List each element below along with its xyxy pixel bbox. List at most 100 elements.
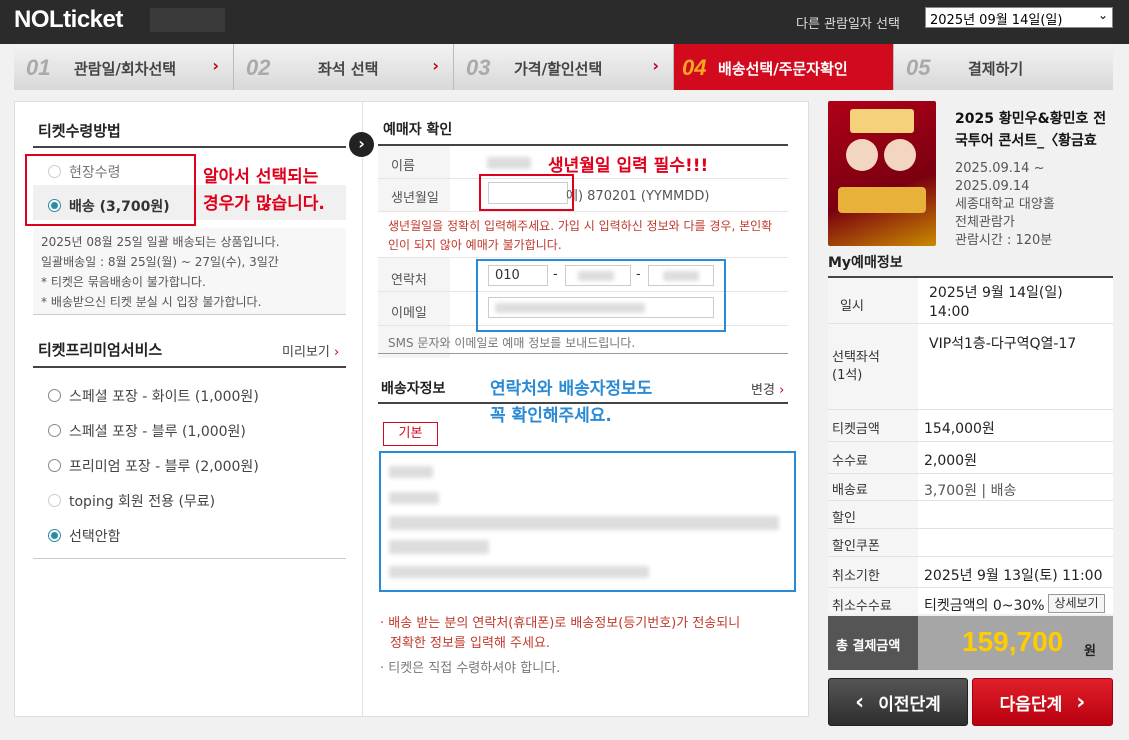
seat-label: 선택좌석 (1석)	[832, 349, 880, 385]
step-number: 02	[246, 55, 271, 80]
phone-label: 연락처	[391, 273, 427, 288]
label-column-bg	[828, 278, 918, 614]
my-booking-title: My예매정보	[828, 255, 903, 271]
show-venue: 세종대학교 대양홀	[955, 197, 1055, 212]
row-divider	[828, 556, 1113, 557]
show-title: 2025 황민우&황민호 전 국투어 콘서트_〈황금효	[955, 108, 1115, 152]
step-number: 01	[26, 55, 51, 80]
email-label: 이메일	[391, 306, 427, 321]
title-line: 국투어 콘서트_〈황금효	[955, 133, 1097, 149]
shipping-value: 3,700원 | 배송	[924, 483, 1017, 499]
radio-icon	[48, 424, 61, 437]
annotation-auto-selected: 알아서 선택되는 경우가 많습니다.	[203, 164, 325, 218]
step-5: 05 결제하기	[894, 44, 1113, 90]
logo[interactable]: NOLticket	[14, 6, 123, 34]
birth-label: 생년월일	[391, 191, 439, 206]
date-line: 14:00	[929, 304, 970, 320]
default-address-tag[interactable]: 기본	[383, 422, 438, 446]
step-2: 02 좌석 선택 ›	[234, 44, 454, 90]
chevron-right-icon: ›	[652, 56, 659, 75]
column-divider	[362, 101, 363, 717]
poster-face	[884, 139, 916, 171]
option-label: 프리미엄 포장 - 블루 (2,000원)	[69, 459, 259, 475]
value-column-bg	[918, 278, 1113, 614]
bundle-note: * 티켓은 묶음배송이 불가합니다.	[41, 275, 206, 289]
fee-label: 수수료	[832, 454, 868, 469]
preview-link[interactable]: 미리보기 ›	[282, 341, 339, 360]
premium-service-title: 티켓프리미엄서비스	[38, 341, 163, 359]
next-step-label: 다음단계	[999, 694, 1063, 715]
date-value: 2025년 9월 14일(일) 14:00	[929, 284, 1063, 322]
seat-value: VIP석1층-다구역Q열-17	[929, 336, 1077, 352]
cancel-fee-label: 취소수수료	[832, 599, 892, 614]
birth-format-hint: 예) 870201 (YYMMDD)	[566, 189, 710, 204]
warning-line: 생년월일을 정확히 입력해주세요. 가입 시 입력하신 정보와 다를 경우, 본…	[388, 219, 773, 233]
chevron-down-icon: ⌄	[1097, 8, 1108, 22]
chevron-right-icon: ›	[1076, 689, 1086, 715]
row-divider	[828, 528, 1113, 529]
note-line: 정확한 정보를 입력해 주세요.	[390, 636, 551, 651]
date-select[interactable]: 2025년 09월 14일(일) ⌄	[925, 7, 1113, 28]
radio-checked-icon	[48, 529, 61, 542]
divider	[33, 558, 346, 559]
divider	[33, 314, 346, 315]
step-label: 배송선택/주문자확인	[718, 60, 848, 78]
annotation-line: 알아서 선택되는	[203, 167, 319, 187]
divider	[33, 366, 346, 368]
row-divider	[828, 441, 1113, 442]
premium-option-blue[interactable]: 스페셜 포장 - 블루 (1,000원)	[48, 421, 246, 441]
chevron-right-icon: ›	[333, 345, 340, 360]
detail-view-button[interactable]: 상세보기	[1048, 594, 1105, 613]
preview-label: 미리보기	[282, 345, 330, 360]
other-date-label: 다른 관람일자 선택	[796, 17, 900, 32]
change-label: 변경	[751, 383, 775, 398]
annotation-line: 연락처와 배송자정보도	[490, 379, 653, 399]
divider	[378, 353, 788, 354]
header-blank	[150, 8, 225, 32]
divider	[378, 402, 788, 404]
show-date-start: 2025.09.14 ~	[955, 161, 1045, 176]
shipping-label: 배송료	[832, 483, 868, 498]
step-3: 03 가격/할인선택 ›	[454, 44, 674, 90]
delivery-info-title: 배송자정보	[381, 381, 446, 397]
recipient-extra-blurred	[389, 566, 649, 578]
option-label: 스페셜 포장 - 화이트 (1,000원)	[69, 389, 259, 405]
change-link[interactable]: 변경 ›	[751, 379, 784, 398]
show-runtime: 관람시간 : 120분	[955, 233, 1053, 248]
sms-note: SMS 문자와 이메일로 예매 정보를 보내드립니다.	[388, 336, 636, 350]
show-date-end: 2025.09.14	[955, 179, 1030, 194]
delivery-date-note: 2025년 08월 25일 일괄 배송되는 상품입니다.	[41, 235, 280, 249]
next-step-button[interactable]: 다음단계 ›	[972, 678, 1113, 726]
radio-icon	[48, 494, 61, 507]
row-divider	[828, 409, 1113, 410]
chevron-right-icon: ›	[779, 383, 785, 398]
step-4-active: 04 배송선택/주문자확인	[674, 44, 894, 90]
row-divider	[828, 473, 1113, 474]
total-label: 총 결제금액	[836, 639, 901, 654]
delivery-period-note: 일괄배송일 : 8월 25일(월) ~ 27일(수), 3일간	[41, 255, 279, 269]
premium-option-toping[interactable]: toping 회원 전용 (무료)	[48, 491, 215, 511]
premium-option-premium-blue[interactable]: 프리미엄 포장 - 블루 (2,000원)	[48, 456, 259, 476]
row-divider	[828, 587, 1113, 588]
loss-note: * 배송받으신 티켓 분실 시 입장 불가합니다.	[41, 295, 262, 309]
logo-bold: NOL	[14, 6, 64, 33]
premium-option-none[interactable]: 선택안함	[48, 526, 121, 546]
annotation-birth-required: 생년월일 입력 필수!!!	[548, 156, 709, 176]
option-label: toping 회원 전용 (무료)	[69, 494, 216, 510]
prev-step-button[interactable]: ‹ 이전단계	[828, 678, 968, 726]
step-label: 결제하기	[968, 60, 1024, 78]
fee-value: 2,000원	[924, 453, 977, 469]
note-line: · 배송 받는 분의 연락처(휴대폰)로 배송정보(등기번호)가 전송되니	[380, 616, 741, 631]
show-details: 2025.09.14 ~ 2025.09.14 세종대학교 대양홀 전체관람가 …	[955, 160, 1055, 250]
poster-title-area	[850, 109, 914, 133]
premium-option-white[interactable]: 스페셜 포장 - 화이트 (1,000원)	[48, 386, 259, 406]
option-label: 선택안함	[69, 529, 121, 545]
step-number: 03	[466, 55, 491, 80]
name-label: 이름	[391, 159, 415, 174]
date-line: 2025년 9월 14일(일)	[929, 285, 1063, 301]
step-label: 관람일/회차선택	[74, 60, 177, 78]
birth-warning: 생년월일을 정확히 입력해주세요. 가입 시 입력하신 정보와 다를 경우, 본…	[388, 217, 788, 255]
poster-face	[846, 139, 878, 171]
name-value-blurred	[487, 157, 531, 169]
chevron-right-icon[interactable]: ›	[349, 132, 374, 157]
